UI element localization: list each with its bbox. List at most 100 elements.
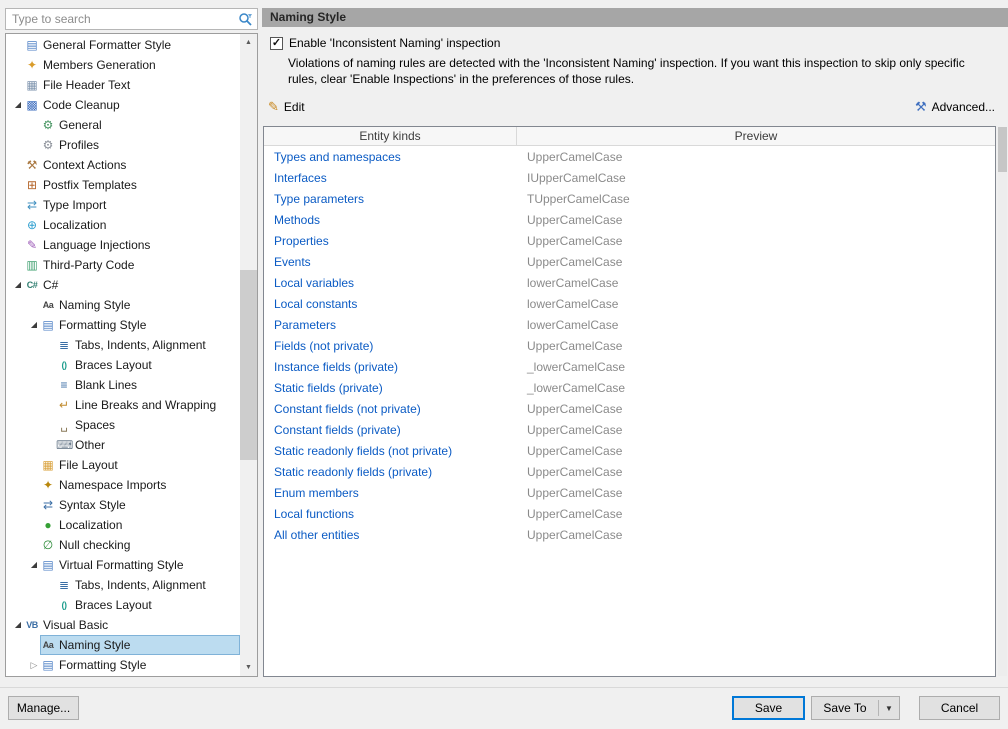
tree-item-spaces[interactable]: ␣Spaces — [6, 415, 240, 435]
entity-kind-link[interactable]: Local functions — [264, 507, 517, 521]
tree-item-profiles[interactable]: ⚙Profiles — [6, 135, 240, 155]
tree-item-line-breaks-and-wrapping[interactable]: ↵Line Breaks and Wrapping — [6, 395, 240, 415]
tree-item-formatting-style[interactable]: ▷▤Formatting Style — [6, 655, 240, 675]
tree-item-label: Other — [75, 438, 105, 452]
naming-rule-row-static-readonly-fields-private[interactable]: Static readonly fields (private)UpperCam… — [264, 461, 995, 482]
tree-expander-icon[interactable]: ◢ — [28, 555, 40, 575]
save-to-button[interactable]: Save To ▼ — [811, 696, 900, 720]
tree-item-naming-style[interactable]: AaNaming Style — [6, 295, 240, 315]
tree-expander-icon[interactable]: ◢ — [12, 95, 24, 115]
tree-expander-icon[interactable]: ◢ — [12, 615, 24, 635]
tree-item-third-party-code[interactable]: ▥Third-Party Code — [6, 255, 240, 275]
entity-kind-link[interactable]: Instance fields (private) — [264, 360, 517, 374]
entity-kind-link[interactable]: Static fields (private) — [264, 381, 517, 395]
tree-item-code-cleanup[interactable]: ◢▩Code Cleanup — [6, 95, 240, 115]
naming-rule-row-fields-not-private[interactable]: Fields (not private)UpperCamelCase — [264, 335, 995, 356]
enable-inspection-label[interactable]: Enable 'Inconsistent Naming' inspection — [289, 36, 500, 50]
entity-kind-link[interactable]: Local constants — [264, 297, 517, 311]
tree-item-postfix-templates[interactable]: ⊞Postfix Templates — [6, 175, 240, 195]
tree-item-language-injections[interactable]: ✎Language Injections — [6, 235, 240, 255]
main-scrollbar-thumb[interactable] — [998, 127, 1007, 172]
naming-rule-row-methods[interactable]: MethodsUpperCamelCase — [264, 209, 995, 230]
entity-kind-link[interactable]: Parameters — [264, 318, 517, 332]
tree-item-general-formatter-style[interactable]: ▤General Formatter Style — [6, 35, 240, 55]
chevron-down-icon[interactable]: ▼ — [879, 704, 899, 713]
naming-rule-row-parameters[interactable]: ParameterslowerCamelCase — [264, 314, 995, 335]
tree-item-virtual-formatting-style[interactable]: ◢▤Virtual Formatting Style — [6, 555, 240, 575]
naming-rule-row-static-readonly-fields-not-private[interactable]: Static readonly fields (not private)Uppe… — [264, 440, 995, 461]
naming-rule-row-local-variables[interactable]: Local variableslowerCamelCase — [264, 272, 995, 293]
naming-rule-row-local-functions[interactable]: Local functionsUpperCamelCase — [264, 503, 995, 524]
entity-kind-link[interactable]: Static readonly fields (not private) — [264, 444, 517, 458]
scroll-up-icon[interactable]: ▲ — [240, 34, 257, 51]
tree-item-file-header-text[interactable]: ▦File Header Text — [6, 75, 240, 95]
entity-kind-link[interactable]: Local variables — [264, 276, 517, 290]
tree-item-localization[interactable]: ●Localization — [6, 515, 240, 535]
enable-inspection-checkbox[interactable]: ✓ — [270, 37, 283, 50]
tree-item-context-actions[interactable]: ⚒Context Actions — [6, 155, 240, 175]
manage-button[interactable]: Manage... — [8, 696, 79, 720]
formatting-style-icon: ▤ — [40, 655, 56, 675]
tree-item-members-generation[interactable]: ✦Members Generation — [6, 55, 240, 75]
entity-kind-link[interactable]: Methods — [264, 213, 517, 227]
naming-rule-row-local-constants[interactable]: Local constantslowerCamelCase — [264, 293, 995, 314]
naming-rule-row-instance-fields-private[interactable]: Instance fields (private)_lowerCamelCase — [264, 356, 995, 377]
tree-item-label: General — [59, 118, 102, 132]
entity-kind-link[interactable]: Type parameters — [264, 192, 517, 206]
entity-kind-link[interactable]: Interfaces — [264, 171, 517, 185]
tree-item-localization[interactable]: ⊕Localization — [6, 215, 240, 235]
naming-rule-row-types-and-namespaces[interactable]: Types and namespacesUpperCamelCase — [264, 146, 995, 167]
tree-item-formatting-style[interactable]: ◢▤Formatting Style — [6, 315, 240, 335]
tree-item-tabs-indents-alignment[interactable]: ≣Tabs, Indents, Alignment — [6, 575, 240, 595]
main-scrollbar[interactable] — [998, 127, 1007, 676]
naming-rule-row-events[interactable]: EventsUpperCamelCase — [264, 251, 995, 272]
entity-kind-link[interactable]: Enum members — [264, 486, 517, 500]
tree-item-braces-layout[interactable]: ()Braces Layout — [6, 355, 240, 375]
entity-kind-link[interactable]: Constant fields (private) — [264, 423, 517, 437]
entity-kind-link[interactable]: Properties — [264, 234, 517, 248]
tree-item-general[interactable]: ⚙General — [6, 115, 240, 135]
tree-item-namespace-imports[interactable]: ✦Namespace Imports — [6, 475, 240, 495]
tree-item-naming-style[interactable]: AaNaming Style — [6, 635, 240, 655]
tabs-indents-alignment-icon: ≣ — [56, 335, 72, 355]
tree-item-null-checking[interactable]: ∅Null checking — [6, 535, 240, 555]
tree-item-c[interactable]: ◢C#C# — [6, 275, 240, 295]
tree-item-tabs-indents-alignment[interactable]: ≣Tabs, Indents, Alignment — [6, 335, 240, 355]
entity-kind-link[interactable]: Events — [264, 255, 517, 269]
scroll-down-icon[interactable]: ▼ — [240, 659, 257, 676]
entity-kind-link[interactable]: All other entities — [264, 528, 517, 542]
entity-kind-link[interactable]: Types and namespaces — [264, 150, 517, 164]
entity-kind-link[interactable]: Constant fields (not private) — [264, 402, 517, 416]
naming-rule-row-enum-members[interactable]: Enum membersUpperCamelCase — [264, 482, 995, 503]
naming-rule-row-static-fields-private[interactable]: Static fields (private)_lowerCamelCase — [264, 377, 995, 398]
tree-item-syntax-style[interactable]: ⇄Syntax Style — [6, 495, 240, 515]
naming-rule-row-all-other-entities[interactable]: All other entitiesUpperCamelCase — [264, 524, 995, 545]
tree-item-file-layout[interactable]: ▦File Layout — [6, 455, 240, 475]
tree-expander-icon[interactable]: ▷ — [28, 655, 40, 675]
naming-rule-row-constant-fields-not-private[interactable]: Constant fields (not private)UpperCamelC… — [264, 398, 995, 419]
tree-item-other[interactable]: ⌨Other — [6, 435, 240, 455]
sidebar-scrollbar[interactable]: ▲ ▼ — [240, 34, 257, 676]
search-input[interactable] — [6, 9, 233, 29]
scrollbar-thumb[interactable] — [240, 270, 257, 460]
save-button[interactable]: Save — [732, 696, 805, 720]
naming-rule-row-interfaces[interactable]: InterfacesIUpperCamelCase — [264, 167, 995, 188]
tree-item-visual-basic[interactable]: ◢VBVisual Basic — [6, 615, 240, 635]
naming-rule-row-type-parameters[interactable]: Type parametersTUpperCamelCase — [264, 188, 995, 209]
tree-expander-icon[interactable]: ◢ — [28, 315, 40, 335]
tree-item-blank-lines[interactable]: ≡Blank Lines — [6, 375, 240, 395]
advanced-button[interactable]: ⚒ Advanced... — [915, 99, 995, 115]
search-filter-icon[interactable] — [233, 12, 257, 27]
tree-item-label: Context Actions — [43, 158, 126, 172]
edit-button[interactable]: ✎ Edit — [268, 99, 305, 115]
preview-value: lowerCamelCase — [517, 276, 995, 290]
tree-item-type-import[interactable]: ⇄Type Import — [6, 195, 240, 215]
tree-item-braces-layout[interactable]: ()Braces Layout — [6, 595, 240, 615]
dialog-footer: Manage... Save Save To ▼ Cancel — [0, 687, 1008, 729]
naming-rule-row-properties[interactable]: PropertiesUpperCamelCase — [264, 230, 995, 251]
entity-kind-link[interactable]: Static readonly fields (private) — [264, 465, 517, 479]
tree-expander-icon[interactable]: ◢ — [12, 275, 24, 295]
entity-kind-link[interactable]: Fields (not private) — [264, 339, 517, 353]
naming-rule-row-constant-fields-private[interactable]: Constant fields (private)UpperCamelCase — [264, 419, 995, 440]
cancel-button[interactable]: Cancel — [919, 696, 1000, 720]
